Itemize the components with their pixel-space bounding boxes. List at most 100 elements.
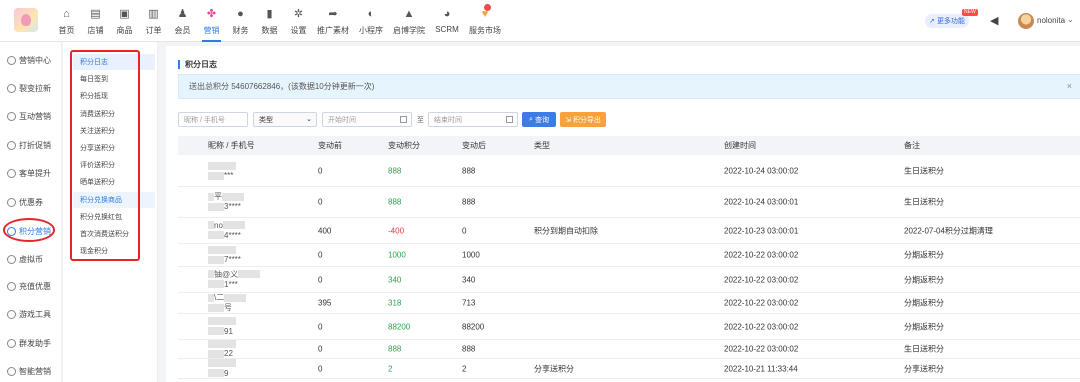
search-icon: ⌕ [529,115,533,123]
menu-icon [7,254,16,264]
page-title: 积分日志 [178,60,217,69]
menu-icon [7,111,16,121]
speaker-icon[interactable]: ◀︎ [990,14,998,27]
cell-before: 0 [318,166,323,176]
order-icon: ▥ [148,7,159,20]
nav-item[interactable]: ✲ 设置 [284,0,313,42]
avatar[interactable] [1018,13,1034,29]
nickname-phone-input[interactable]: 昵称 / 手机号 [178,112,248,127]
sidebar-item[interactable]: 裂变拉新 [0,79,62,97]
nav-item[interactable]: ◐ 小程序 [353,0,389,42]
end-time-input[interactable]: 结束时间 [428,112,518,127]
member-nickname[interactable]: 平 3**** [208,192,244,212]
column-header: 变动前 [318,141,342,150]
nickname-line2: 22 [224,349,233,358]
table-row: 9 0 2 2 分享送积分 2022-10-21 11:33:44 分享送积分 [178,359,1080,379]
nav-item[interactable]: ▣ 商品 [110,0,139,42]
cell-after: 888 [462,197,476,207]
menu-icon [7,168,16,178]
sidebar-item[interactable]: 打折促销 [0,136,62,154]
member-nickname[interactable]: 22 [208,339,236,359]
nav-item[interactable]: ▤ 店铺 [81,0,110,42]
mosaic-blur [222,192,244,201]
nav-item[interactable]: ● 财务 [226,0,255,42]
close-icon[interactable]: × [1067,81,1072,91]
cell-time: 2022-10-22 03:00:02 [724,275,799,284]
sidebar-item[interactable]: 客单提升 [0,164,62,182]
sidebar-item[interactable]: 营销中心 [0,51,62,69]
cell-change: 318 [388,298,402,308]
nav-item[interactable]: ▥ 订单 [139,0,168,42]
nickname-line2: 1*** [224,279,238,289]
nav-item[interactable]: ✤ 营销 [197,0,226,42]
member-nickname[interactable]: 7**** [208,245,241,265]
shop-logo[interactable] [14,8,38,32]
nav-item[interactable]: ◕ SCRM [429,0,465,42]
sidebar-item[interactable]: 优惠券 [0,193,62,211]
more-features-button[interactable]: ➚ 更多功能 [925,14,969,28]
menu-icon [7,55,16,65]
member-nickname[interactable]: *** [208,161,236,181]
mosaic-blur [214,317,236,326]
table-row: 7**** 0 1000 1000 2022-10-22 03:00:02 分期返积分 [178,244,1080,267]
sidebar-item[interactable]: 智能营销 [0,362,62,380]
start-time-input[interactable]: 开始时间 [322,112,412,127]
cell-change: 888 [388,197,402,207]
cell-change: 2 [388,364,393,373]
sidebar-item-label: 群发助手 [19,338,51,348]
chevron-down-icon[interactable]: ⌄ [1067,15,1074,24]
nickname-line2: 4**** [224,230,241,240]
nickname-line2: 7**** [224,255,241,264]
data-icon: ▮ [266,7,273,20]
settings-icon: ✲ [293,7,304,20]
column-header: 类型 [534,141,550,150]
cell-type: 积分到期自动扣除 [534,226,598,235]
scrm-icon: ◕ [443,7,451,20]
member-nickname[interactable]: 91 [208,317,236,337]
table-row: 91 0 88200 88200 2022-10-22 03:00:02 分期返积分 [178,314,1080,340]
sidebar-item-label: 游戏工具 [19,309,51,319]
calendar-icon [506,116,513,123]
username[interactable]: nolonita [1037,16,1065,25]
sidebar-item[interactable]: 游戏工具 [0,305,62,323]
member-nickname[interactable]: \二号 [208,293,247,313]
cell-after: 0 [462,226,467,235]
nav-item-label: 财务 [232,26,249,35]
cell-note: 生日送积分 [904,344,944,354]
member-nickname[interactable]: 铀@义 1*** [208,270,261,290]
member-nickname[interactable]: no 4**** [208,221,245,241]
nav-item[interactable]: ⌂ 首页 [52,0,81,42]
more-features-label: 更多功能 [936,18,965,25]
nickname-line2: 9 [224,368,229,378]
nav-item[interactable]: ▮ 数据 [255,0,284,42]
column-header: 变动后 [462,141,486,150]
notice-banner: 送出总积分 54607662846，(该数据10分钟更新一次) × [178,74,1080,99]
type-select[interactable]: 类型 ⌄ [253,112,317,127]
sidebar-item[interactable]: 充值优惠 [0,277,62,295]
cell-time: 2022-10-23 03:00:01 [724,226,799,235]
academy-icon: ▲ [403,7,415,20]
sidebar-item[interactable]: 群发助手 [0,334,62,352]
nav-item[interactable]: ♥ 服务市场 [465,0,505,42]
nav-item[interactable]: ➦ 推广素材 [313,0,353,42]
sidebar-item[interactable]: 互动营销 [0,107,62,125]
new-badge: NEW [962,9,978,16]
mosaic-blur [208,231,224,240]
member-nickname[interactable]: 9 [208,359,236,379]
export-points-button[interactable]: ⇲ 积分导出 [560,112,606,127]
share-icon: ➦ [328,7,338,20]
annotation-box [70,50,140,261]
mosaic-blur [208,369,224,378]
nav-item-label: 店铺 [87,26,104,35]
mosaic-blur [224,293,247,302]
store-icon: ▤ [90,7,101,20]
nav-item-label: 首页 [58,26,75,35]
nickname-line1: \二 [214,293,225,302]
nav-item[interactable]: ▲ 启博学院 [389,0,429,42]
mosaic-blur [208,202,224,211]
nav-item-label: 启博学院 [393,26,425,35]
sidebar-item-label: 裂变拉新 [19,83,51,93]
sidebar-item[interactable]: 虚拟币 [0,250,62,268]
query-button[interactable]: ⌕ 查询 [522,112,556,127]
nav-item[interactable]: ♟ 会员 [168,0,197,42]
